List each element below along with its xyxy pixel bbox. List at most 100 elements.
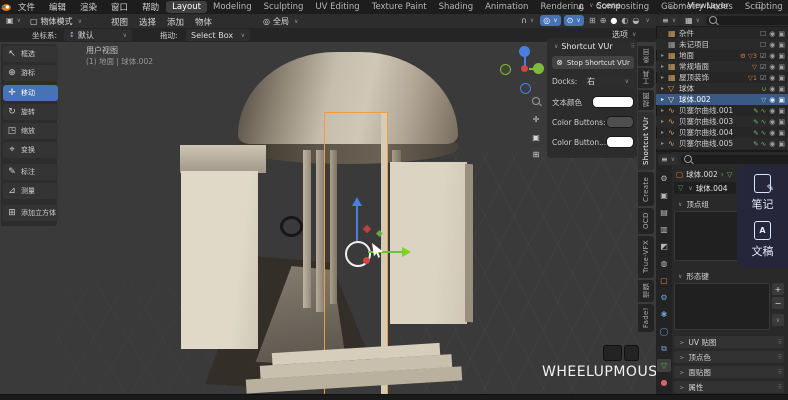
right-wall[interactable] [390, 162, 467, 324]
tab-material[interactable]: ● [657, 376, 671, 389]
left-wall[interactable] [181, 171, 258, 349]
menu-view[interactable]: 视图 [104, 16, 135, 28]
document-button[interactable]: A 文稿 [752, 221, 774, 259]
axis-gizmo-x[interactable] [521, 65, 528, 72]
properties-search[interactable] [681, 150, 788, 168]
eye-icon[interactable]: ◉ [769, 30, 775, 38]
tool-move[interactable]: ✛ 移动 [3, 85, 58, 101]
eye-icon[interactable]: ◉ [769, 85, 775, 93]
stop-shortcut-button[interactable]: ⊗ Stop Shortcut VUr [552, 56, 634, 69]
workspace-tab-modeling[interactable]: Modeling [207, 1, 258, 13]
tab-world[interactable]: ◍ [657, 257, 671, 270]
shape-keys-list[interactable] [674, 283, 770, 330]
eye-icon[interactable]: ◉ [769, 74, 775, 82]
expand-icon[interactable]: ▸ [661, 63, 668, 70]
camera-view-button[interactable]: ▣ [529, 130, 543, 144]
npanel-tab-view[interactable]: 视图 [638, 90, 654, 110]
render-visibility-icon[interactable]: ▣ [778, 74, 785, 82]
docks-dropdown[interactable]: 右 ∨ [582, 76, 634, 87]
expand-icon[interactable]: ▸ [661, 74, 668, 81]
expand-icon[interactable]: ▸ [661, 96, 668, 103]
outliner-row-mesh-selected[interactable]: ▸ ▽ 球体.002 ▽ ◉ ▣ [656, 94, 788, 105]
menu-select[interactable]: 选择 [132, 16, 163, 28]
render-visibility-icon[interactable]: ▣ [778, 96, 785, 104]
outliner-row-mesh[interactable]: ▸ ▽ 球体 ∪ ◉ ▣ [656, 83, 788, 94]
section-face-maps[interactable]: ∨ 面贴图 ⠿ [674, 366, 784, 378]
tool-annotate[interactable]: ✎ 标注 [3, 164, 58, 180]
render-visibility-icon[interactable]: ▣ [778, 41, 785, 49]
render-visibility-icon[interactable]: ▣ [778, 85, 785, 93]
rear-pillar[interactable] [303, 150, 311, 308]
section-attributes[interactable]: ∨ 属性 ⠿ [674, 381, 784, 393]
expand-icon[interactable]: ▸ [661, 140, 668, 147]
outliner-row-collection[interactable]: ▸ ▦ 常规墙面 ▽ ☑ ◉ ▣ [656, 61, 788, 72]
rendered-shading-icon[interactable]: ◒ [632, 16, 639, 25]
workspace-tab-animation[interactable]: Animation [479, 1, 534, 13]
gizmo-x-handle[interactable] [363, 257, 370, 264]
expand-icon[interactable]: ▸ [661, 118, 668, 125]
eye-icon[interactable]: ◉ [769, 118, 775, 126]
npanel-tab-enhance[interactable]: 增强 [638, 280, 654, 302]
outliner-row-collection[interactable]: ▦ 杂件 ☐ ◉ ▣ [656, 28, 788, 39]
view-layer-selector[interactable]: ❏ ∨ ViewLayer ❏ [668, 1, 763, 10]
outliner-row-curve[interactable]: ▸ ∿ 贝塞尔曲线.005 ✎ ∿ ◉ ▣ [656, 138, 788, 149]
axis-gizmo-z-neg[interactable] [520, 83, 531, 94]
tool-rotate[interactable]: ↻ 旋转 [3, 104, 58, 120]
expand-icon[interactable]: ▸ [661, 52, 668, 59]
npanel-tab-ocd[interactable]: OCD [638, 208, 654, 234]
outliner-row-collection[interactable]: ▸ ▦ 屋顶装饰 ▽1 ☑ ◉ ▣ [656, 72, 788, 83]
expand-icon[interactable]: ▸ [661, 85, 668, 92]
text-color-swatch[interactable] [592, 96, 634, 108]
axis-gizmo-y-neg[interactable] [500, 64, 511, 75]
checkbox-icon[interactable]: ☑ [760, 63, 766, 71]
breadcrumb-object[interactable]: 球体.002 [686, 169, 718, 180]
torus-object[interactable] [280, 216, 303, 237]
shape-key-specials-button[interactable]: ∨ [772, 314, 784, 326]
outliner-editor-button[interactable]: ≡ ∨ [659, 14, 680, 26]
eye-icon[interactable]: ◉ [769, 63, 775, 71]
checkbox-icon[interactable]: ☑ [760, 74, 766, 82]
npanel-tab-true-vfx[interactable]: True-VFX [638, 236, 654, 278]
rear-pillar[interactable] [316, 150, 324, 312]
add-shape-key-button[interactable]: + [772, 283, 784, 295]
workspace-tab-layout[interactable]: Layout [166, 1, 207, 13]
npanel-tab-item[interactable]: 条目 [638, 46, 654, 66]
menu-edit[interactable]: 编辑 [42, 1, 73, 13]
pan-button[interactable]: ✛ [529, 112, 543, 126]
tab-object-data[interactable]: ▽ [657, 359, 671, 372]
npanel-tab-create[interactable]: Create [638, 172, 654, 206]
eye-icon[interactable]: ◉ [769, 129, 775, 137]
workspace-tab-texture-paint[interactable]: Texture Paint [366, 1, 433, 13]
orientation-dropdown[interactable]: ◎ 全局 ∨ [258, 15, 304, 27]
drag-grip-icon[interactable]: ⠿ [631, 43, 636, 50]
tool-measure[interactable]: ⊿ 测量 [3, 183, 58, 199]
tab-physics[interactable]: ◯ [657, 325, 671, 338]
tool-transform[interactable]: ⌖ 变换 [3, 142, 58, 158]
tab-scene[interactable]: ◩ [657, 240, 671, 253]
properties-editor-button[interactable]: ≡ ∨ [658, 153, 679, 165]
render-visibility-icon[interactable]: ▣ [778, 30, 785, 38]
render-visibility-icon[interactable]: ▣ [778, 140, 785, 148]
tab-constraints[interactable]: ⧉ [657, 342, 671, 355]
drag-setting-dropdown[interactable]: Select Box ∨ [186, 29, 250, 41]
section-uv-maps[interactable]: ∨ UV 贴图 ⠿ [674, 336, 784, 348]
workspace-tab-shading[interactable]: Shading [433, 1, 480, 13]
wireframe-shading-icon[interactable]: ⊞ [589, 16, 596, 25]
eye-icon[interactable]: ◉ [769, 107, 775, 115]
render-visibility-icon[interactable]: ▣ [778, 52, 785, 60]
menu-help[interactable]: 帮助 [135, 1, 166, 13]
editor-type-button[interactable]: ▣ ∨ [3, 15, 24, 26]
outliner-display-mode[interactable]: ▦ ∨ [682, 14, 704, 26]
eye-icon[interactable]: ◉ [769, 52, 775, 60]
tool-scale[interactable]: ◳ 缩放 [3, 123, 58, 139]
tab-object[interactable]: ▢ [657, 274, 671, 287]
gizmo-y-axis[interactable] [368, 251, 402, 253]
tab-particles[interactable]: ✱ [657, 308, 671, 321]
overlay-toggle-icon[interactable]: ⊕ [600, 16, 607, 25]
orientation-setting-dropdown[interactable]: ↕ 默认 ∨ [64, 29, 132, 41]
eye-icon[interactable]: ◉ [769, 96, 775, 104]
npanel-tab-shortcut-vur[interactable]: Shortcut VUr [638, 112, 654, 170]
menu-render[interactable]: 渲染 [73, 1, 104, 13]
tool-add-cube[interactable]: ⊞ 添加立方体 [3, 205, 58, 221]
color-button-swatch[interactable] [606, 136, 634, 148]
